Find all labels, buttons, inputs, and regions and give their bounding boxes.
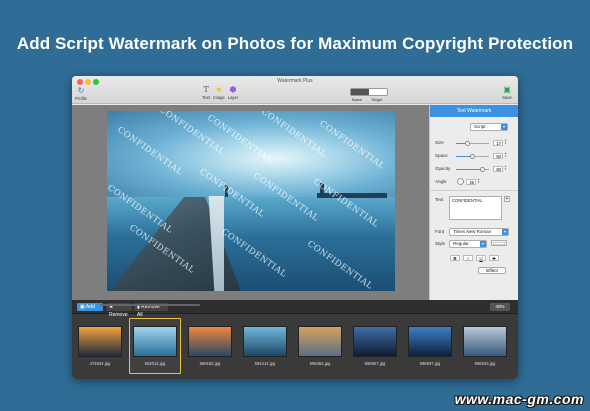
thumbnail-label: 696927.jpg [364, 361, 386, 366]
layer-tool-label: Layer [227, 95, 239, 100]
space-label: Space [435, 153, 448, 158]
thumbnail-image[interactable] [188, 326, 232, 357]
profile-label: Profile [75, 96, 87, 101]
preview-canvas: CONFIDENTIAL CONFIDENTIAL CONFIDENTIAL C… [72, 105, 429, 300]
italic-button[interactable]: I [463, 255, 473, 261]
window-title: Watermark Plus [277, 78, 313, 84]
opacity-slider-knob[interactable] [479, 167, 485, 172]
text-icon: T [203, 85, 209, 94]
panel-divider [430, 190, 518, 191]
size-stepper[interactable]: ▴ ▾ [504, 139, 507, 146]
opacity-field[interactable]: 80 [493, 166, 503, 172]
font-label: Font [435, 229, 445, 234]
image-tool-button[interactable]: ★ Image [212, 85, 226, 100]
image-tool-label: Image [213, 95, 225, 100]
style-dropdown[interactable]: Script ▾ [470, 123, 508, 131]
opacity-label: Opacity [435, 166, 451, 171]
font-dropdown[interactable]: Times New Roman ▾ [449, 228, 509, 236]
thumbnail-label: 594414.jpg [254, 361, 276, 366]
save-button[interactable]: ▣ Save [499, 85, 515, 100]
chevron-down-icon: ▾ [501, 124, 507, 130]
panel-title: Text Watermark [430, 105, 518, 117]
thumbnail-image[interactable] [463, 326, 507, 357]
image-browser: ▣ Add ✖ Remove ▮ Remove All 40% 474942.j… [72, 300, 518, 379]
mode-labels: Batch Single [352, 97, 390, 102]
save-icon: ▣ [503, 85, 511, 94]
camera-icon: ▣ [80, 304, 85, 310]
color-well [493, 242, 505, 245]
thumbnail-label: 696943.jpg [474, 361, 496, 366]
thumbnail-image[interactable] [78, 326, 122, 357]
font-dropdown-value: Times New Roman [453, 229, 492, 234]
thumbnail-image[interactable] [408, 326, 452, 357]
site-watermark: www.mac-gm.com [454, 391, 584, 407]
size-label: Size [435, 140, 444, 145]
thumbnail-image[interactable] [298, 326, 342, 357]
style-dropdown-value: Script [474, 124, 486, 129]
save-label: Save [502, 95, 512, 100]
insert-symbol-button[interactable]: + [504, 196, 510, 202]
thumbnail-image[interactable] [133, 326, 177, 357]
headline: Add Script Watermark on Photos for Maxim… [16, 34, 574, 53]
thumbnail-label: 696937.jpg [419, 361, 441, 366]
layer-icon: ⬢ [229, 85, 237, 94]
app-window: Watermark Plus ↻ Profile T Text ★ Image … [72, 76, 518, 379]
add-label: Add [85, 304, 95, 310]
opacity-slider-fill [456, 169, 483, 170]
layer-tool-button[interactable]: ⬢ Layer [226, 85, 240, 100]
thumbnail-label: 474942.jpg [89, 361, 111, 366]
bold-button[interactable]: B [450, 255, 460, 261]
style-label: Style [435, 241, 446, 246]
thumbnail-label: 596364.jpg [309, 361, 331, 366]
style-weight-dropdown[interactable]: Regular ▾ [449, 240, 487, 248]
zoom-value: 40% [495, 304, 505, 309]
image-action-bar: ▣ Add ✖ Remove ▮ Remove All 40% [72, 300, 518, 318]
refresh-icon: ↻ [77, 86, 85, 95]
batch-segment[interactable] [351, 89, 369, 95]
angle-field[interactable]: 45 [466, 179, 476, 185]
strikethrough-button[interactable]: S [489, 255, 499, 261]
text-watermark-panel: Text Watermark Script ▾ Size 17 ▴ ▾ Space… [429, 105, 518, 300]
thumbnail-image[interactable] [353, 326, 397, 357]
batch-label: Batch [352, 97, 363, 102]
text-tool-button[interactable]: T Text [200, 85, 212, 100]
angle-label: Angle [435, 179, 447, 184]
space-slider[interactable] [456, 154, 489, 159]
text-label: Text [435, 197, 444, 202]
star-icon: ★ [215, 85, 223, 94]
size-slider-knob[interactable] [465, 141, 471, 146]
chevron-down-icon: ▾ [502, 229, 508, 235]
chevron-down-icon: ▾ [480, 241, 486, 247]
opacity-slider[interactable] [456, 167, 489, 172]
opacity-stepper[interactable]: ▴ ▾ [504, 165, 507, 172]
watermark-text: CONFIDENTIAL [305, 239, 375, 291]
photo-pier [107, 197, 247, 291]
thumbnail-image[interactable] [243, 326, 287, 357]
thumbnail-label: 552014.jpg [144, 361, 166, 366]
effect-button[interactable]: Effect [478, 267, 506, 274]
thumbnail-scrollbar[interactable] [100, 304, 200, 306]
titlebar: Watermark Plus ↻ Profile T Text ★ Image … [72, 76, 518, 104]
size-slider[interactable] [456, 141, 489, 146]
space-stepper[interactable]: ▴ ▾ [504, 152, 507, 159]
watermark-text-field[interactable]: CONFIDENTIAL [449, 196, 502, 220]
thumbnail-label: 589182.jpg [199, 361, 221, 366]
zoom-dropdown[interactable]: 40% [490, 303, 510, 311]
style-weight-value: Regular [453, 241, 469, 246]
thumbnail-strip: 474942.jpg 552014.jpg 589182.jpg 594414.jpg… [72, 316, 518, 378]
space-field[interactable]: 50 [493, 153, 503, 159]
space-slider-knob[interactable] [470, 154, 475, 159]
angle-stepper[interactable]: ▴ ▾ [477, 178, 480, 185]
batch-single-toggle[interactable] [350, 88, 388, 96]
angle-dial[interactable] [457, 178, 464, 185]
size-field[interactable]: 17 [493, 140, 503, 146]
profile-button[interactable]: ↻ Profile [74, 86, 88, 101]
single-label: Single [371, 97, 383, 102]
underline-button[interactable]: U [476, 255, 486, 261]
text-color-swatch[interactable] [491, 240, 507, 246]
preview-photo: CONFIDENTIAL CONFIDENTIAL CONFIDENTIAL C… [107, 111, 395, 291]
text-tool-label: Text [202, 95, 210, 100]
